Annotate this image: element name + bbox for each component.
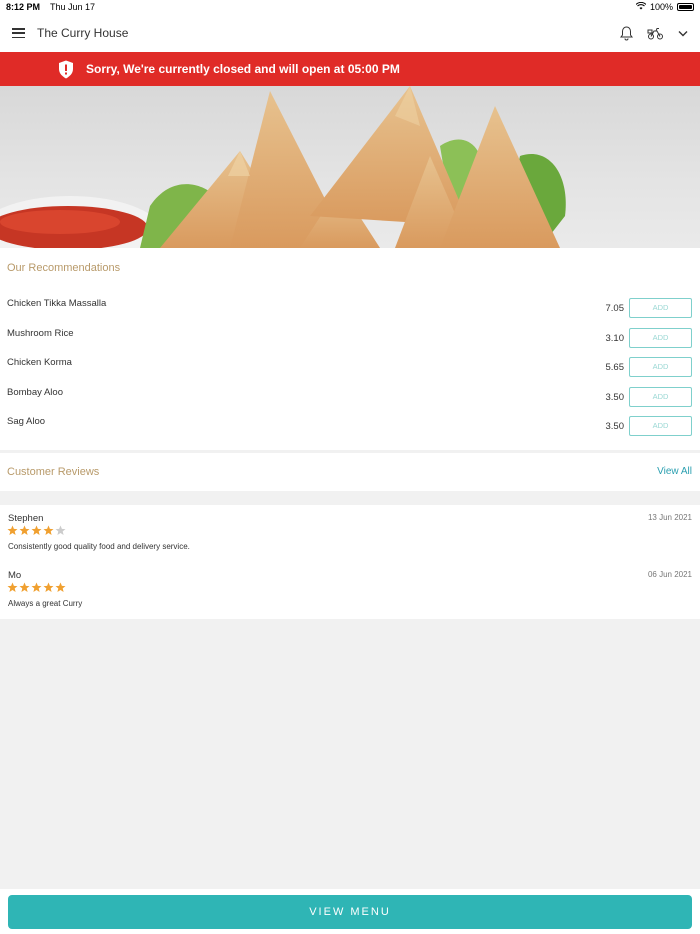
item-name: Chicken Korma: [7, 357, 72, 368]
star-filled-icon: [7, 582, 18, 592]
item-price: 7.05: [605, 303, 625, 314]
battery-icon: [677, 3, 694, 11]
item-price: 3.10: [605, 333, 625, 344]
item-price: 3.50: [605, 392, 625, 403]
star-rating: [7, 582, 66, 593]
shield-alert-icon: [58, 60, 74, 79]
recommendations-section: Our Recommendations Chicken Tikka Massal…: [0, 248, 700, 450]
star-filled-icon: [19, 582, 30, 592]
star-filled-icon: [7, 525, 18, 535]
review-item: Stephen 13 Jun 2021 Consistently good qu…: [0, 513, 700, 563]
review-author: Stephen: [8, 513, 44, 524]
wifi-icon: [635, 1, 647, 12]
battery-percent: 100%: [649, 2, 673, 12]
footer-bar: VIEW MENU: [0, 889, 700, 934]
add-button[interactable]: ADD: [629, 357, 692, 377]
add-button[interactable]: ADD: [629, 416, 692, 436]
add-button[interactable]: ADD: [629, 298, 692, 318]
recommendation-item: Mushroom Rice 3.10 ADD: [0, 328, 700, 350]
add-button[interactable]: ADD: [629, 328, 692, 348]
reviews-list: Stephen 13 Jun 2021 Consistently good qu…: [0, 505, 700, 619]
item-name: Mushroom Rice: [7, 328, 74, 339]
item-name: Sag Aloo: [7, 416, 46, 427]
review-comment: Consistently good quality food and deliv…: [8, 542, 190, 551]
app-header: The Curry House: [0, 14, 700, 52]
review-item: Mo 06 Jun 2021 Always a great Curry: [0, 570, 700, 620]
item-name: Bombay Aloo: [7, 387, 63, 398]
view-menu-button[interactable]: VIEW MENU: [8, 895, 692, 929]
header-actions: [620, 25, 688, 41]
closed-message: Sorry, We're currently closed and will o…: [86, 62, 400, 76]
status-right: 100%: [635, 1, 694, 12]
status-bar: 8:12 PM Thu Jun 17 100%: [0, 0, 700, 14]
star-filled-icon: [19, 525, 30, 535]
recommendation-item: Chicken Tikka Massalla 7.05 ADD: [0, 298, 700, 320]
chevron-down-icon[interactable]: [678, 30, 688, 37]
item-name: Chicken Tikka Massalla: [7, 298, 107, 309]
add-button[interactable]: ADD: [629, 387, 692, 407]
item-price: 3.50: [605, 421, 625, 432]
star-filled-icon: [31, 525, 42, 535]
star-filled-icon: [55, 582, 66, 592]
delivery-scooter-icon[interactable]: [647, 27, 664, 40]
star-rating: [7, 525, 66, 536]
review-date: 06 Jun 2021: [647, 570, 692, 579]
app-title: The Curry House: [37, 26, 129, 40]
recommendations-title: Our Recommendations: [7, 262, 121, 274]
view-all-link[interactable]: View All: [657, 466, 692, 477]
status-time: 8:12 PM: [6, 2, 41, 12]
hero-image: [0, 86, 700, 248]
review-date: 13 Jun 2021: [647, 513, 692, 522]
item-price: 5.65: [605, 362, 625, 373]
status-date: Thu Jun 17: [50, 2, 96, 12]
recommendation-item: Chicken Korma 5.65 ADD: [0, 357, 700, 379]
closed-banner: Sorry, We're currently closed and will o…: [0, 52, 700, 86]
reviews-title: Customer Reviews: [7, 466, 100, 478]
menu-icon[interactable]: [12, 28, 25, 38]
bell-icon[interactable]: [620, 25, 633, 41]
reviews-header: Customer Reviews View All: [0, 453, 700, 491]
review-author: Mo: [8, 570, 22, 581]
review-comment: Always a great Curry: [8, 599, 83, 608]
star-filled-icon: [43, 525, 54, 535]
star-filled-icon: [31, 582, 42, 592]
star-filled-icon: [43, 582, 54, 592]
recommendation-item: Sag Aloo 3.50 ADD: [0, 416, 700, 438]
star-empty-icon: [55, 525, 66, 535]
recommendation-item: Bombay Aloo 3.50 ADD: [0, 387, 700, 409]
